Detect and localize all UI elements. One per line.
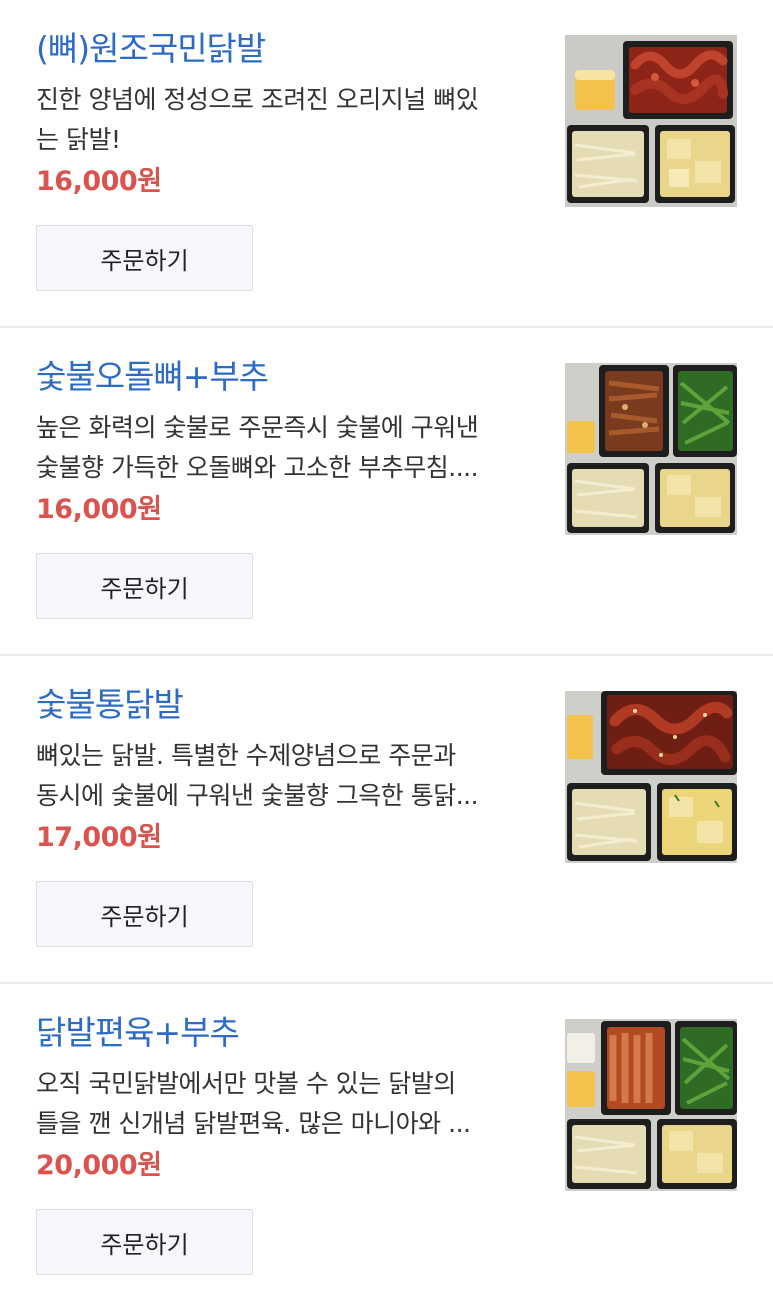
menu-item[interactable]: 닭발편육+부추 오직 국민닭발에서만 맛볼 수 있는 닭발의 틀을 깬 신개념 … xyxy=(0,984,773,1312)
menu-item-price: 20,000원 xyxy=(36,1150,162,1181)
order-button[interactable]: 주문하기 xyxy=(36,225,253,291)
menu-item-name[interactable]: (뼈)원조국민닭발 xyxy=(36,28,266,70)
menu-item[interactable]: 숯불통닭발 뼈있는 닭발. 특별한 수제양념으로 주문과 동시에 숯불에 구워낸… xyxy=(0,656,773,984)
menu-item-price: 16,000원 xyxy=(36,494,162,525)
bone-in-chicken-feet-set-photo xyxy=(565,35,737,207)
chicken-feet-slices-chives-set-photo xyxy=(565,1019,737,1191)
menu-item-description-line: 숯불향 가득한 오돌뼈와 고소한 부추무침.... xyxy=(36,453,479,482)
menu-item-description: 진한 양념에 정성으로 조려진 오리지널 뼈있 는 닭발! xyxy=(36,80,536,160)
menu-item-image[interactable] xyxy=(565,35,737,207)
menu-item[interactable]: 숯불오돌뼈+부추 높은 화력의 숯불로 주문즉시 숯불에 구워낸 숯불향 가득한… xyxy=(0,328,773,656)
order-button[interactable]: 주문하기 xyxy=(36,1209,253,1275)
menu-item-image[interactable] xyxy=(565,691,737,863)
menu-item-description: 오직 국민닭발에서만 맛볼 수 있는 닭발의 틀을 깬 신개념 닭발편육. 많은… xyxy=(36,1064,536,1144)
charcoal-whole-chicken-feet-set-photo xyxy=(565,691,737,863)
menu-item-description-line: 동시에 숯불에 구워낸 숯불향 그윽한 통닭... xyxy=(36,781,479,810)
menu-item-name[interactable]: 숯불오돌뼈+부추 xyxy=(36,356,269,398)
menu-item-description-line: 뼈있는 닭발. 특별한 수제양념으로 주문과 xyxy=(36,741,456,770)
charcoal-cartilage-chives-set-photo xyxy=(565,363,737,535)
menu-list: (뼈)원조국민닭발 진한 양념에 정성으로 조려진 오리지널 뼈있 는 닭발! … xyxy=(0,0,773,1312)
menu-item-image[interactable] xyxy=(565,363,737,535)
menu-item[interactable]: (뼈)원조국민닭발 진한 양념에 정성으로 조려진 오리지널 뼈있 는 닭발! … xyxy=(0,0,773,328)
menu-item-description: 높은 화력의 숯불로 주문즉시 숯불에 구워낸 숯불향 가득한 오돌뼈와 고소한… xyxy=(36,408,536,488)
menu-item-description-line: 진한 양념에 정성으로 조려진 오리지널 뼈있 xyxy=(36,85,479,114)
menu-item-description-line: 높은 화력의 숯불로 주문즉시 숯불에 구워낸 xyxy=(36,413,479,442)
menu-item-description-line: 오직 국민닭발에서만 맛볼 수 있는 닭발의 xyxy=(36,1069,456,1098)
menu-item-description-line: 는 닭발! xyxy=(36,125,121,154)
order-button[interactable]: 주문하기 xyxy=(36,881,253,947)
menu-item-name[interactable]: 닭발편육+부추 xyxy=(36,1012,240,1054)
order-button[interactable]: 주문하기 xyxy=(36,553,253,619)
menu-item-name[interactable]: 숯불통닭발 xyxy=(36,684,184,726)
menu-item-price: 17,000원 xyxy=(36,822,162,853)
menu-item-price: 16,000원 xyxy=(36,166,162,197)
menu-item-image[interactable] xyxy=(565,1019,737,1191)
menu-item-description: 뼈있는 닭발. 특별한 수제양념으로 주문과 동시에 숯불에 구워낸 숯불향 그… xyxy=(36,736,536,816)
menu-item-description-line: 틀을 깬 신개념 닭발편육. 많은 마니아와 ... xyxy=(36,1109,471,1138)
